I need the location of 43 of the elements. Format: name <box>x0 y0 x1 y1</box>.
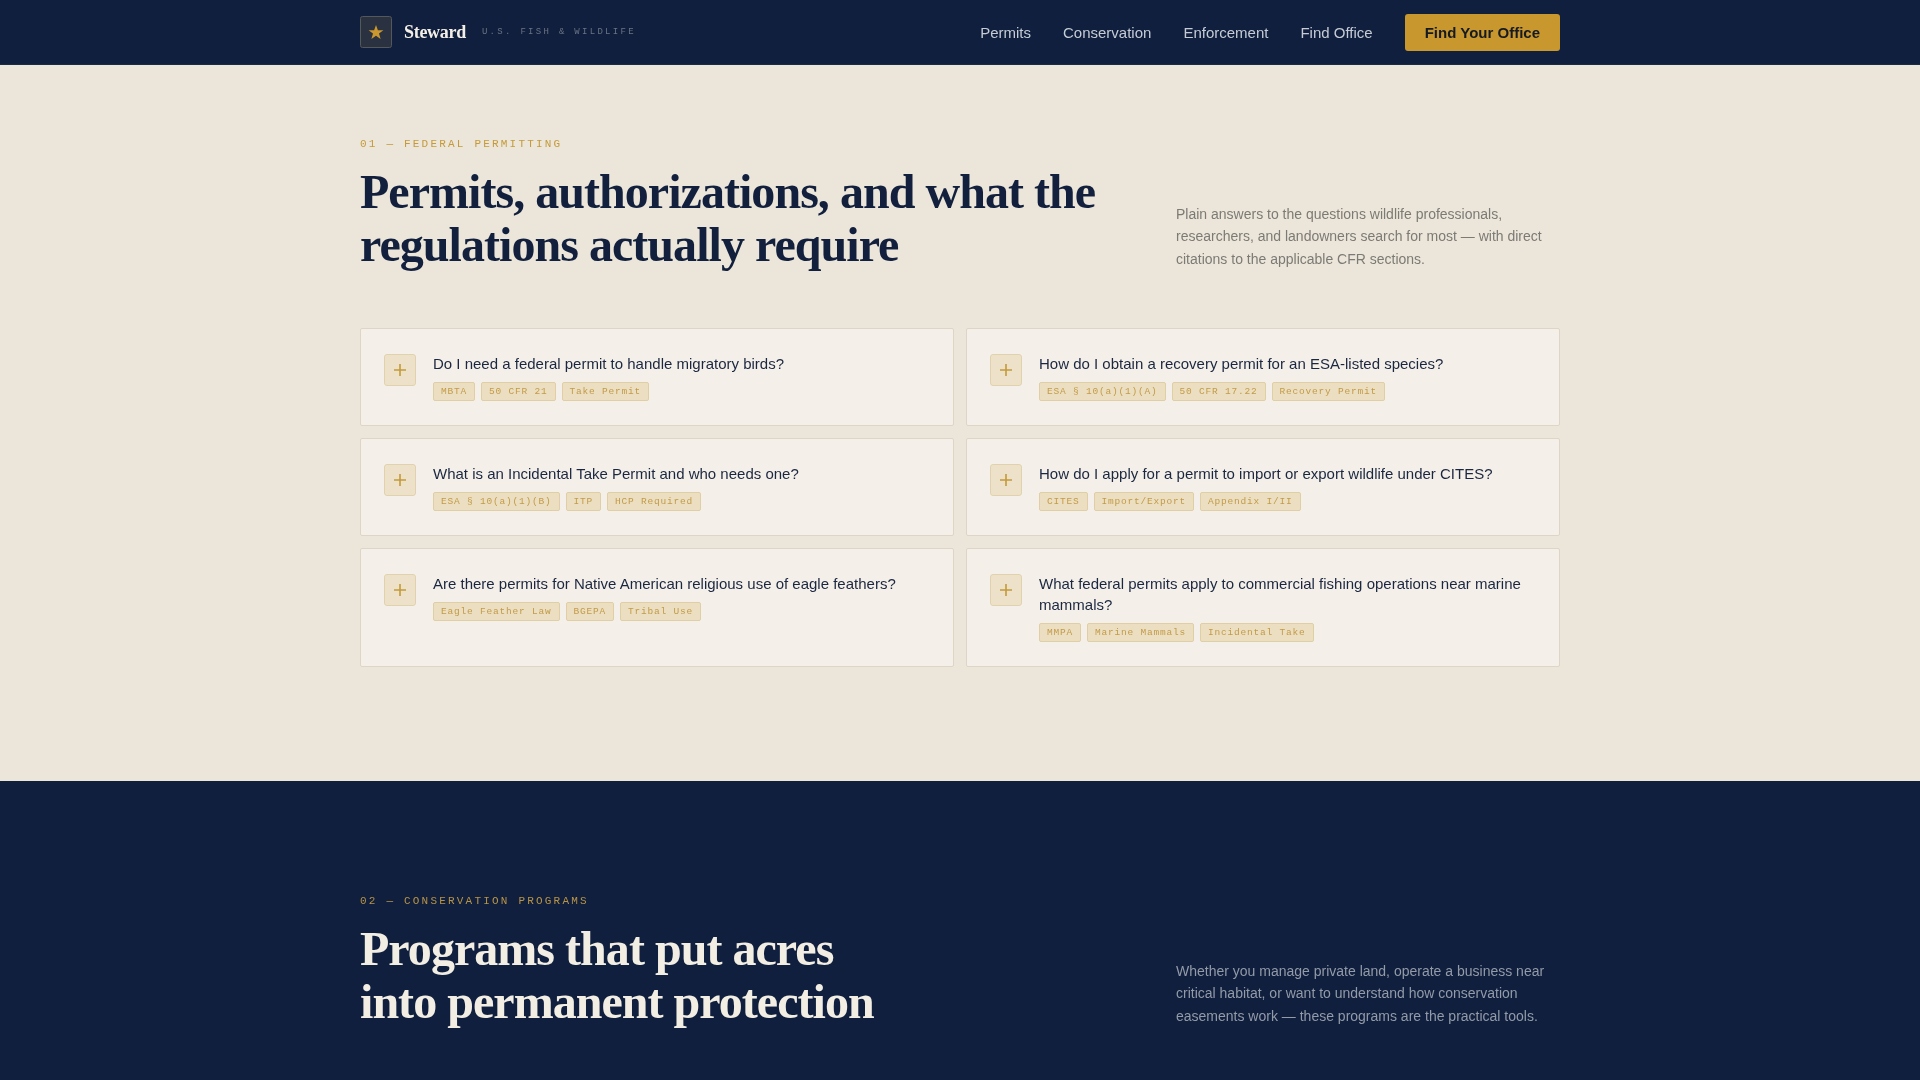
topic-tag: 50 CFR 21 <box>481 382 556 401</box>
topic-tag: ESA § 10(a)(1)(A) <box>1039 382 1166 401</box>
section-heading: Programs that put acres into permanent protection <box>360 922 875 1028</box>
topic-tag: BGEPA <box>565 602 615 621</box>
expand-button[interactable] <box>990 464 1022 496</box>
expand-button[interactable] <box>384 464 416 496</box>
nav-link[interactable]: Find Office <box>1300 23 1373 41</box>
faq-question: What is an Incidental Take Permit and who needs one? <box>433 464 800 484</box>
expand-button[interactable] <box>384 354 416 386</box>
topic-tag: ITP <box>565 492 602 511</box>
expand-button[interactable] <box>990 574 1022 606</box>
topic-tag: Recovery Permit <box>1271 382 1386 401</box>
brand-name: Steward <box>404 21 466 43</box>
expand-button[interactable] <box>384 574 416 606</box>
topic-tag: Marine Mammals <box>1087 623 1195 642</box>
topic-tag: Eagle Feather Law <box>433 602 560 621</box>
topic-tag: HCP Required <box>607 492 702 511</box>
faq-question: What federal permits apply to commercial fishing operations near marine mammals? <box>1039 574 1522 615</box>
faq-question: Do I need a federal permit to handle migratory birds? <box>433 354 786 374</box>
section-heading: Permits, authorizations, and what the regulations actually require <box>360 165 1097 271</box>
brand-tagline: U.S. FISH & WILDLIFE <box>481 27 636 37</box>
find-office-button[interactable]: Find Your Office <box>1404 13 1560 51</box>
expand-button[interactable] <box>990 354 1022 386</box>
section-intro: Plain answers to the questions wildlife professionals, researchers, and landowners search for most — with direct citations to the applicable CFR sections. <box>1176 204 1543 269</box>
nav-link[interactable]: Permits <box>980 23 1031 41</box>
faq-question: Are there permits for Native American religious use of eagle feathers? <box>433 574 897 594</box>
topic-tag: 50 CFR 17.22 <box>1171 382 1266 401</box>
section-eyebrow: 02 — CONSERVATION PROGRAMS <box>360 894 590 908</box>
topic-tag: Take Permit <box>561 382 650 401</box>
topic-tag: MMPA <box>1039 623 1081 642</box>
faq-question: How do I obtain a recovery permit for an ESA-listed species? <box>1039 354 1445 374</box>
section-intro: Whether you manage private land, operate a business near critical habitat, or want to understand how conservation easements work — these programs are the practical tools. <box>1176 961 1546 1026</box>
nav-link[interactable]: Conservation <box>1063 23 1152 41</box>
topic-tag: CITES <box>1039 492 1088 511</box>
topic-tag: MBTA <box>433 382 475 401</box>
faq-question: How do I apply for a permit to import or export wildlife under CITES? <box>1039 464 1494 484</box>
topic-tag: Tribal Use <box>620 602 702 621</box>
nav-link[interactable]: Enforcement <box>1183 23 1269 41</box>
topic-tag: Import/Export <box>1093 492 1195 511</box>
topic-tag: Appendix I/II <box>1200 492 1301 511</box>
topic-tag: ESA § 10(a)(1)(B) <box>433 492 560 511</box>
topic-tag: Incidental Take <box>1200 623 1314 642</box>
section-eyebrow: 01 — FEDERAL PERMITTING <box>360 137 564 151</box>
